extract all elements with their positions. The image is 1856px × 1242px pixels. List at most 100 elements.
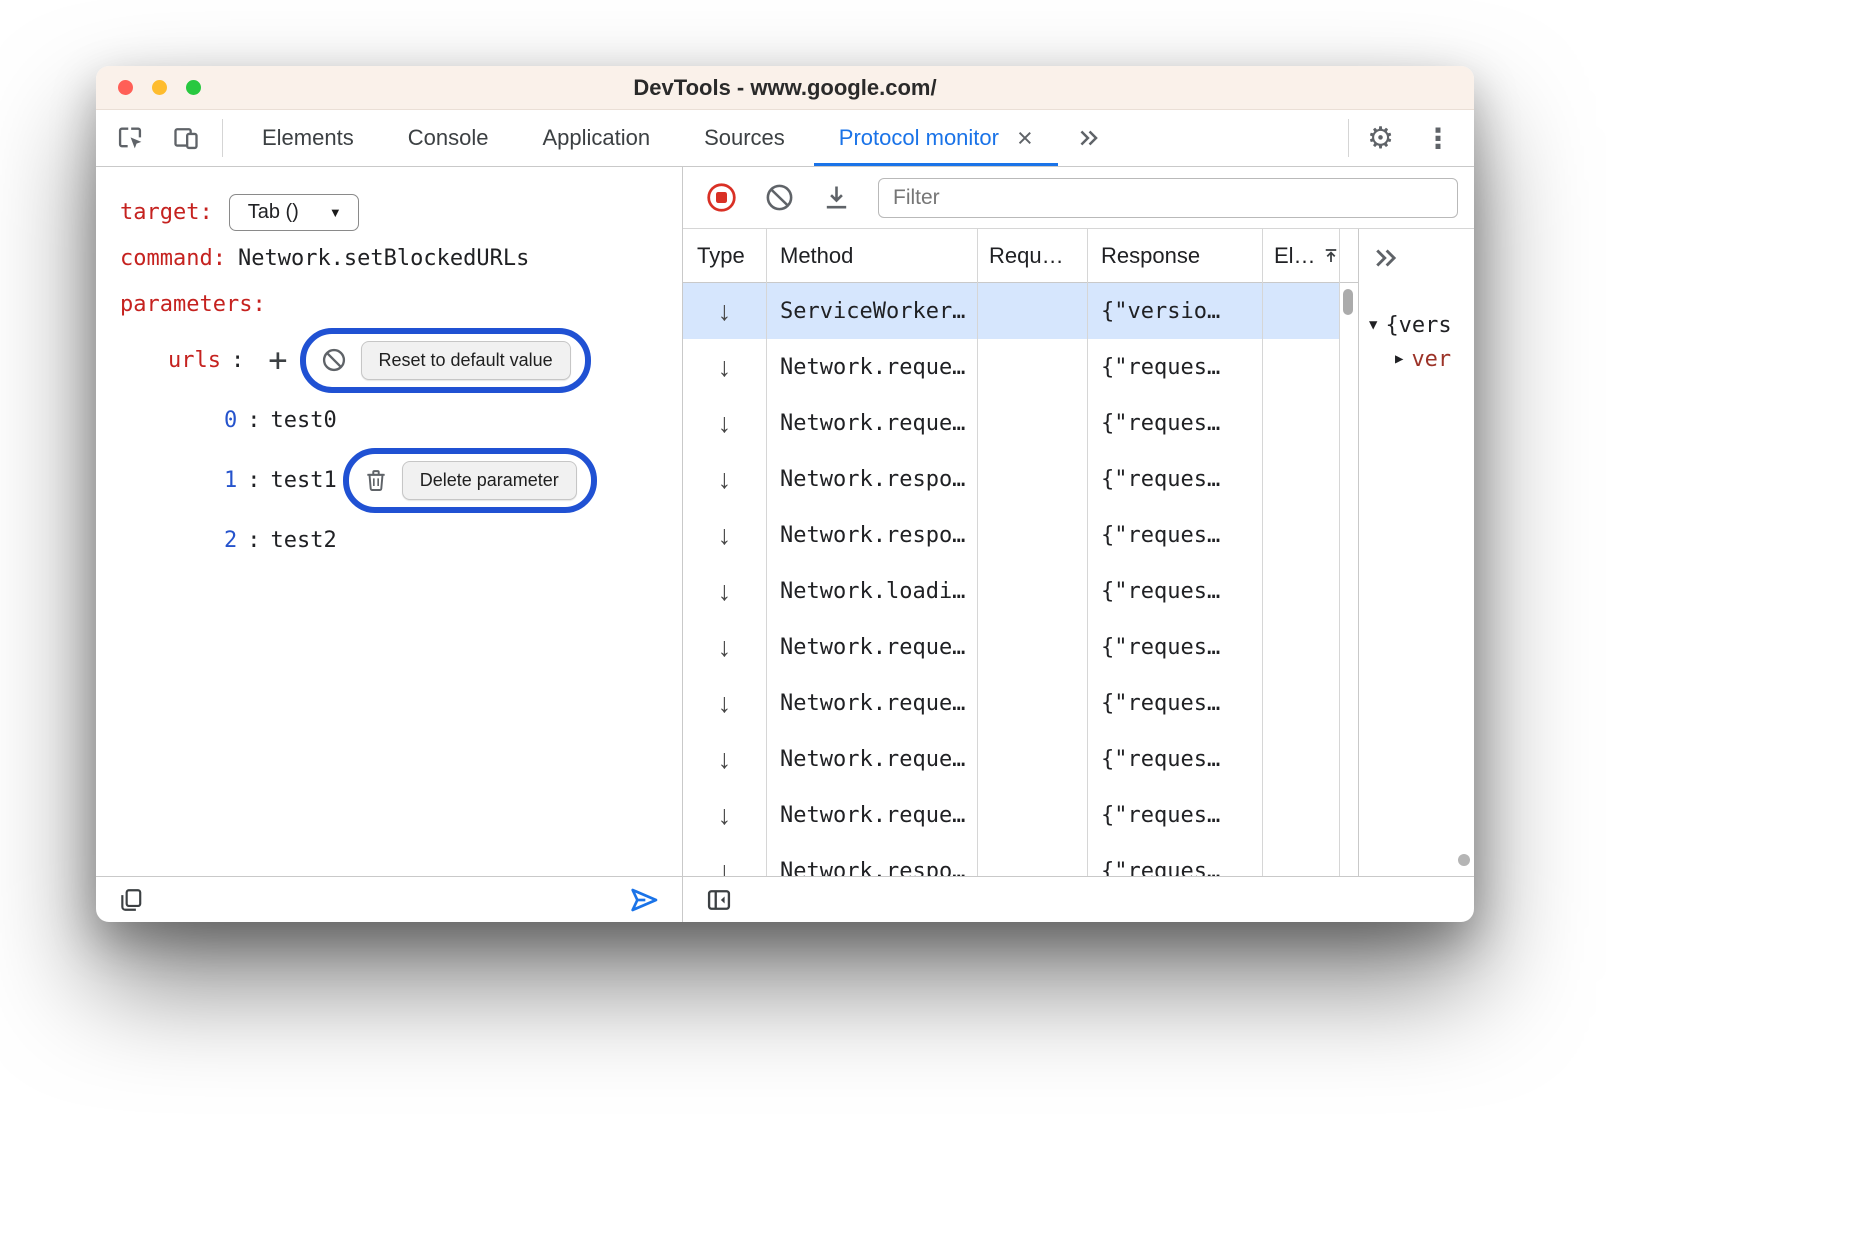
tree-node-root[interactable]: ▼ {vers (1369, 308, 1474, 342)
sidebar-scrollbar-thumb[interactable] (1458, 854, 1470, 866)
toggle-sidebar-icon[interactable] (705, 886, 733, 914)
received-arrow-icon: ↓ (718, 410, 732, 437)
received-arrow-icon: ↓ (718, 522, 732, 549)
tree-root-label: {vers (1385, 313, 1451, 338)
received-arrow-icon: ↓ (718, 578, 732, 605)
more-tabs-icon[interactable] (1076, 110, 1102, 166)
delete-parameter-button[interactable]: Delete parameter (402, 461, 577, 500)
row-response: {"versio… (1087, 299, 1262, 324)
traffic-lights (118, 66, 201, 109)
command-editor-panel: target: Tab () ▼ command: Network.setBlo… (96, 167, 683, 922)
param-index: 1 (224, 468, 237, 493)
received-arrow-icon: ↓ (718, 746, 732, 773)
tab-application[interactable]: Application (515, 110, 677, 166)
column-header-elapsed[interactable]: El… (1262, 243, 1358, 269)
table-rows: ↓ ServiceWorker… {"versio… ↓ Network.req… (683, 283, 1358, 876)
row-response: {"reques… (1087, 635, 1262, 660)
param-row-0: 0 : test0 (120, 393, 682, 447)
received-arrow-icon: ↓ (718, 802, 732, 829)
param-row-1: 1 : test1 (120, 447, 682, 513)
devtools-window: DevTools - www.google.com/ (96, 66, 1474, 922)
response-tree: ▼ {vers ▶ ver (1359, 308, 1474, 376)
kebab-menu-icon[interactable]: ⋮ (1412, 122, 1464, 155)
table-row[interactable]: ↓ Network.reque… {"reques… (683, 619, 1339, 675)
table-row[interactable]: ↓ Network.respo… {"reques… (683, 843, 1339, 876)
param-row-2: 2 : test2 (120, 513, 682, 567)
table-row[interactable]: ↓ Network.respo… {"reques… (683, 507, 1339, 563)
reset-to-default-button[interactable]: Reset to default value (361, 341, 571, 380)
column-header-response[interactable]: Response (1087, 243, 1262, 269)
command-value[interactable]: Network.setBlockedURLs (238, 246, 529, 271)
screenshot-canvas: DevTools - www.google.com/ (0, 0, 1856, 1242)
tree-collapsed-icon[interactable]: ▶ (1395, 351, 1403, 367)
command-label: command: (120, 246, 226, 271)
table-row[interactable]: ↓ Network.reque… {"reques… (683, 395, 1339, 451)
row-method: Network.reque… (766, 411, 977, 436)
add-parameter-icon[interactable]: + (268, 344, 287, 376)
tabbar-separator (222, 119, 223, 157)
row-method: Network.loadi… (766, 579, 977, 604)
reset-callout: Reset to default value (300, 328, 591, 393)
urls-label: urls (168, 348, 221, 373)
row-response: {"reques… (1087, 411, 1262, 436)
param-value[interactable]: test0 (271, 408, 337, 433)
scrollbar-thumb[interactable] (1343, 289, 1353, 315)
copy-command-icon[interactable] (118, 887, 144, 913)
table-row[interactable]: ↓ Network.reque… {"reques… (683, 787, 1339, 843)
row-response: {"reques… (1087, 467, 1262, 492)
toolbar-left-icons (96, 110, 222, 166)
expand-sidebar-icon[interactable] (1359, 229, 1401, 273)
monitor-toolbar (683, 167, 1474, 229)
tab-protocol-monitor[interactable]: Protocol monitor × (812, 110, 1060, 166)
reset-to-default-icon[interactable] (320, 346, 348, 374)
filter-input[interactable] (878, 178, 1458, 218)
titlebar: DevTools - www.google.com/ (96, 66, 1474, 110)
row-response: {"reques… (1087, 691, 1262, 716)
table-row[interactable]: ↓ Network.reque… {"reques… (683, 339, 1339, 395)
minimize-window-button[interactable] (152, 80, 167, 95)
parameters-row: parameters: (120, 281, 682, 327)
tab-sources[interactable]: Sources (677, 110, 812, 166)
tree-child-label: ver (1411, 347, 1451, 372)
row-method: Network.respo… (766, 523, 977, 548)
tree-expanded-icon[interactable]: ▼ (1369, 317, 1377, 333)
row-method: Network.reque… (766, 803, 977, 828)
send-command-icon[interactable] (628, 884, 660, 916)
close-tab-icon[interactable]: × (1017, 125, 1033, 152)
target-select-value: Tab () (248, 201, 299, 224)
row-method: Network.reque… (766, 747, 977, 772)
table-row[interactable]: ↓ ServiceWorker… {"versio… (683, 283, 1339, 339)
trash-icon[interactable] (363, 467, 389, 493)
close-window-button[interactable] (118, 80, 133, 95)
settings-gear-icon[interactable]: ⚙ (1353, 121, 1408, 156)
device-toolbar-icon[interactable] (172, 124, 200, 152)
tab-elements[interactable]: Elements (235, 110, 381, 166)
table-header: Type Method Requ… Response El… (683, 229, 1358, 283)
table-row[interactable]: ↓ Network.reque… {"reques… (683, 731, 1339, 787)
table-row[interactable]: ↓ Network.loadi… {"reques… (683, 563, 1339, 619)
param-value[interactable]: test2 (271, 528, 337, 553)
row-response: {"reques… (1087, 355, 1262, 380)
parameters-label: parameters: (120, 292, 266, 317)
download-icon[interactable] (821, 182, 852, 213)
row-response: {"reques… (1087, 859, 1262, 877)
table-row[interactable]: ↓ Network.reque… {"reques… (683, 675, 1339, 731)
clear-icon[interactable] (764, 182, 795, 213)
tab-console[interactable]: Console (381, 110, 516, 166)
row-response: {"reques… (1087, 579, 1262, 604)
param-value[interactable]: test1 (271, 468, 337, 493)
tree-node-child[interactable]: ▶ ver (1395, 342, 1474, 376)
column-header-request[interactable]: Requ… (977, 243, 1087, 269)
column-header-method[interactable]: Method (766, 243, 977, 269)
main-split: target: Tab () ▼ command: Network.setBlo… (96, 167, 1474, 922)
target-select[interactable]: Tab () ▼ (229, 194, 359, 231)
urls-row: urls : + Reset to default value (120, 327, 682, 393)
sort-ascending-icon (1322, 247, 1340, 265)
column-header-type[interactable]: Type (683, 243, 766, 269)
record-icon[interactable] (705, 181, 738, 214)
received-arrow-icon: ↓ (718, 634, 732, 661)
table-row[interactable]: ↓ Network.respo… {"reques… (683, 451, 1339, 507)
inspect-element-icon[interactable] (116, 124, 144, 152)
zoom-window-button[interactable] (186, 80, 201, 95)
panel-tabs: Elements Console Application Sources Pro… (235, 110, 1060, 166)
